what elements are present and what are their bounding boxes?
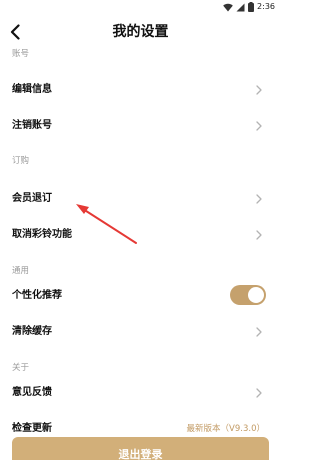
cancel-account-row[interactable]: 注销账号 [0,109,281,143]
battery-icon [248,2,255,12]
chevron-right-icon [256,85,262,95]
section-label-account: 账号 [12,49,30,59]
edit-info-label: 编辑信息 [12,84,52,95]
section-label-subscription: 订购 [12,156,30,166]
status-time: 2:36 [257,2,275,11]
personalized-row: 个性化推荐 [0,279,281,313]
chevron-right-icon [256,121,262,131]
cancel-ringtone-label: 取消彩铃功能 [12,229,72,240]
personalized-label: 个性化推荐 [12,290,62,301]
status-icons: 2:36 [223,2,275,12]
member-unsubscribe-label: 会员退订 [12,193,52,204]
chevron-right-icon [256,230,262,240]
clear-cache-label: 清除缓存 [12,326,52,337]
personalized-toggle[interactable] [230,285,266,305]
status-bar: 2:36 [0,0,281,14]
edit-info-row[interactable]: 编辑信息 [0,73,281,107]
logout-button[interactable]: 退出登录 [12,437,269,460]
member-unsubscribe-row[interactable]: 会员退订 [0,182,281,216]
feedback-row[interactable]: 意见反馈 [0,376,281,410]
signal-icon [236,3,245,11]
chevron-right-icon [256,327,262,337]
cancel-ringtone-row[interactable]: 取消彩铃功能 [0,218,281,252]
chevron-right-icon [256,194,262,204]
chevron-right-icon [256,388,262,398]
page-title: 我的设置 [112,24,169,40]
clear-cache-row[interactable]: 清除缓存 [0,315,281,349]
wifi-icon [223,3,233,11]
toggle-knob [248,287,264,303]
section-label-general: 通用 [12,266,30,276]
section-label-about: 关于 [12,363,30,373]
feedback-label: 意见反馈 [12,387,52,398]
cancel-account-label: 注销账号 [12,120,52,131]
header: 我的设置 [0,14,281,50]
